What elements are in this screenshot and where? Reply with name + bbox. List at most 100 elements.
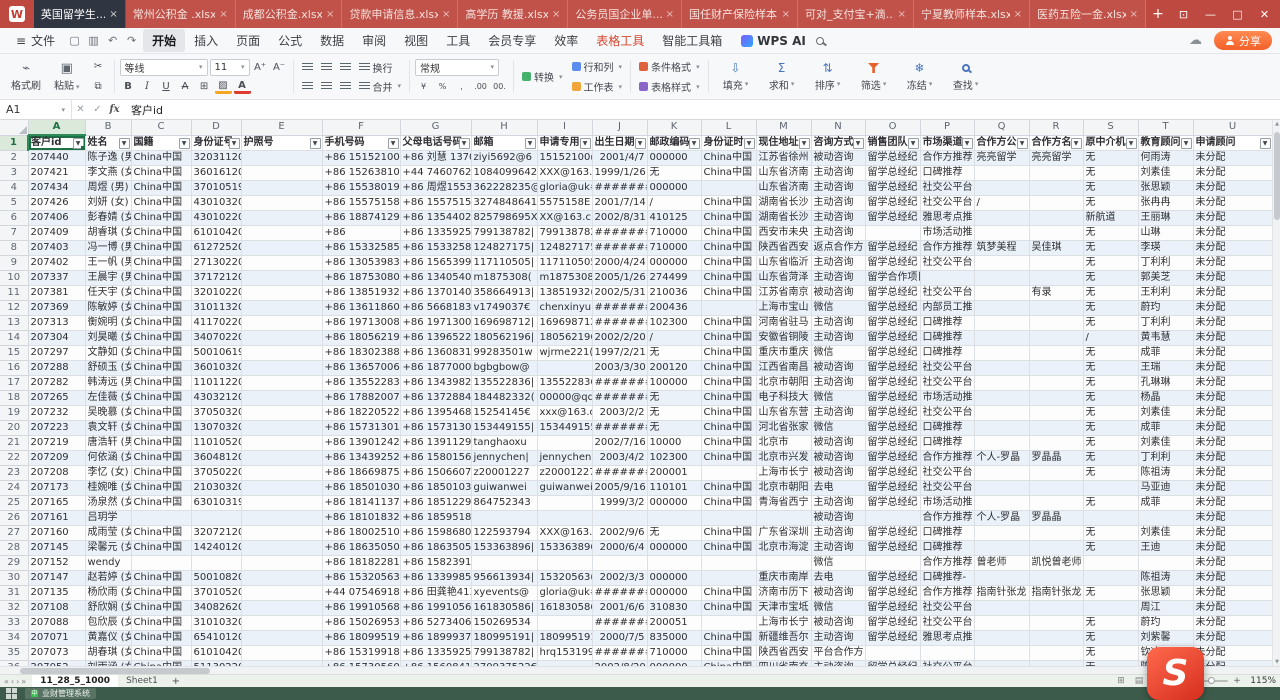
document-tab[interactable]: 国任财产保险样本...× [682,0,798,28]
document-tab[interactable]: 高学历 教援.xlsx× [458,0,568,28]
cell[interactable]: 被动咨询 [811,511,865,526]
cell[interactable]: China中国 [701,361,756,376]
cell[interactable]: 未分配 [1193,286,1272,301]
cell[interactable]: 口碑推荐 [920,316,974,331]
cell[interactable]: 雅思考点推 [920,211,974,226]
zoom-slider-knob[interactable] [1208,677,1215,684]
cell[interactable]: 2005/1/26 [592,271,647,286]
cell[interactable]: China中国 [131,646,191,661]
cell[interactable]: +86 1360831276 [400,346,471,361]
cell[interactable]: China中国 [131,316,191,331]
cell[interactable] [241,316,322,331]
paste-button[interactable]: ▣ 粘贴▾ [49,62,85,92]
cell[interactable] [241,436,322,451]
cell[interactable] [1029,571,1083,586]
cell[interactable] [241,496,322,511]
cell[interactable]: 袁文轩 (女 [85,421,131,436]
cell[interactable]: 956613934| [471,571,537,586]
cell[interactable]: +86 [322,226,400,241]
menu-item[interactable]: 审阅 [353,29,395,52]
cell[interactable]: China中国 [131,376,191,391]
bold-icon[interactable]: B [120,79,137,95]
cell[interactable]: China中国 [131,466,191,481]
fill-button[interactable]: ⇩填充▾ [714,62,758,92]
decimal-increase-icon[interactable]: .00 [472,79,489,95]
cell[interactable]: +86 1580156591 [400,451,471,466]
header-cell[interactable]: 父母电话号码▼ [400,135,471,151]
cell[interactable]: 未分配 [1193,466,1272,481]
cell[interactable]: 被动咨询 [811,616,865,631]
document-tab[interactable]: 公务员国企业单...× [568,0,682,28]
decimal-decrease-icon[interactable]: 00. [491,79,508,95]
cell[interactable]: +86 刘慧 137052 [400,151,471,166]
cell[interactable]: 马亚迪 [1138,481,1193,496]
cell[interactable]: China中国 [131,481,191,496]
cell[interactable]: China中国 [701,226,756,241]
cell[interactable]: 169698712 [537,316,592,331]
cell[interactable]: 新疆维吾尔 [756,631,811,646]
cell[interactable]: 无 [1083,646,1138,661]
cell[interactable]: 留学总经纪 [865,151,920,166]
cell[interactable]: 胡睿琪 (女 [85,226,131,241]
cell[interactable]: +86 1899937166 [400,631,471,646]
cell[interactable]: 207147 [28,571,85,586]
tab-close-icon[interactable]: × [1014,9,1022,20]
cell[interactable] [241,376,322,391]
cell[interactable]: 文静如 (女 [85,346,131,361]
cell[interactable] [1029,601,1083,616]
cell[interactable]: +86 1971300890 [400,316,471,331]
cell[interactable]: 主动咨询 [811,496,865,511]
cell[interactable]: / [1083,331,1138,346]
column-header-F[interactable]: F [322,120,400,135]
cell[interactable] [1029,331,1083,346]
cell[interactable]: 000000 [647,571,701,586]
cell[interactable]: 北京市海淀 [756,541,811,556]
cell[interactable]: 207088 [28,616,85,631]
cell[interactable]: 2001/6/6 [592,601,647,616]
cloud-sync-icon[interactable]: ☁ [1189,33,1202,48]
cell[interactable] [1029,181,1083,196]
cell[interactable]: China中国 [701,406,756,421]
cell[interactable] [647,511,701,526]
cell[interactable]: 社交公平台 [920,616,974,631]
cell[interactable]: 271302200004241413 [191,256,241,271]
cell[interactable] [241,406,322,421]
row-header[interactable]: 28 [0,541,28,556]
cell[interactable] [974,316,1029,331]
column-header-M[interactable]: M [756,120,811,135]
cell[interactable]: China中国 [131,286,191,301]
cell[interactable]: 包欣辰 (女 [85,616,131,631]
font-color-icon[interactable]: A [234,80,251,94]
cell[interactable]: 北京市兴发 [756,451,811,466]
cell[interactable]: China中国 [131,151,191,166]
cell[interactable] [241,511,322,526]
header-cell[interactable]: 姓名▼ [85,135,131,151]
cell[interactable]: 留学总经纪 [865,256,920,271]
cell[interactable]: 微信 [811,301,865,316]
cell[interactable] [974,466,1029,481]
cell[interactable]: 207223 [28,421,85,436]
cell[interactable]: 合作方推荐 [920,151,974,166]
add-sheet-button[interactable]: + [170,676,182,687]
cell[interactable]: +86 1851229020 [400,496,471,511]
header-cell[interactable]: 销售团队▼ [865,135,920,151]
cell[interactable]: 000000 [647,256,701,271]
cell[interactable]: 180995191 [537,631,592,646]
cell[interactable]: 未分配 [1193,481,1272,496]
cell[interactable]: 社交公平台 [920,481,974,496]
cell[interactable]: guiwanwei [537,481,592,496]
cell[interactable]: 未分配 [1193,211,1272,226]
cell[interactable]: China中国 [131,451,191,466]
cell[interactable] [537,361,592,376]
header-cell[interactable]: 客户id▼ [28,135,85,151]
cell[interactable]: China中国 [131,181,191,196]
cell[interactable] [241,616,322,631]
cell[interactable]: 1999/3/2 [592,496,647,511]
cell[interactable] [241,271,322,286]
cell[interactable]: 122593794 [471,526,537,541]
cell[interactable] [241,646,322,661]
cell[interactable]: 2000/6/4 [592,541,647,556]
filter-dropdown-icon[interactable]: ▼ [635,138,646,149]
cell[interactable]: +44 7460762888 [400,166,471,181]
fill-color-icon[interactable]: ▨ [215,80,232,94]
